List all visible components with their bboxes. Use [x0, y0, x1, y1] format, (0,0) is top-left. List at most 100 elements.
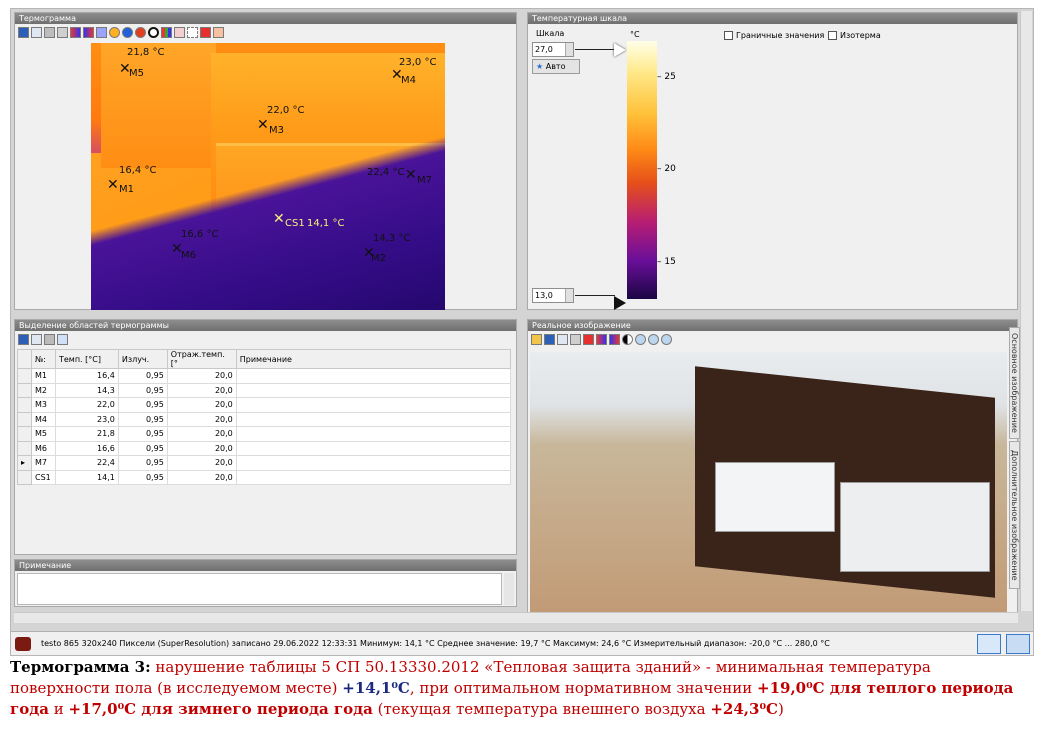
cell-emissivity[interactable]: 0,95: [117, 382, 168, 398]
scale-min-input[interactable]: 13,0: [532, 288, 574, 303]
cell-note[interactable]: [235, 469, 512, 485]
cell-temp[interactable]: 16,6: [54, 440, 119, 456]
table-row[interactable]: M6 16,6 0,95 20,0: [17, 440, 512, 456]
cell-note[interactable]: [235, 455, 512, 471]
cell-note[interactable]: [235, 382, 512, 398]
measure-point-icon[interactable]: [135, 27, 146, 38]
row-selector[interactable]: [17, 426, 32, 442]
scale-max-pointer-icon[interactable]: [614, 43, 626, 57]
table-row[interactable]: M4 23,0 0,95 20,0: [17, 411, 512, 427]
cell-id[interactable]: CS1: [30, 469, 56, 485]
zoom-out-icon[interactable]: [648, 334, 659, 345]
row-selector[interactable]: [17, 382, 32, 398]
column-header[interactable]: Примечание: [235, 349, 512, 369]
row-selector[interactable]: [17, 440, 32, 456]
real-photo[interactable]: [530, 352, 1007, 617]
cell-temp[interactable]: 22,0: [54, 397, 119, 413]
delete-icon[interactable]: [583, 334, 594, 345]
print-icon[interactable]: [570, 334, 581, 345]
cell-emissivity[interactable]: 0,95: [117, 426, 168, 442]
cell-reflected-temp[interactable]: 20,0: [166, 455, 237, 471]
current-row-arrow-icon[interactable]: ▸: [17, 455, 32, 471]
spin-arrows-icon[interactable]: [565, 43, 573, 56]
table-row[interactable]: M3 22,0 0,95 20,0: [17, 397, 512, 413]
cell-emissivity[interactable]: 0,95: [117, 368, 168, 384]
edit-icon[interactable]: [57, 334, 68, 345]
cell-reflected-temp[interactable]: 20,0: [166, 411, 237, 427]
row-selector[interactable]: [17, 397, 32, 413]
cell-id[interactable]: M5: [30, 426, 56, 442]
thermogram-image[interactable]: 21,8 °C ✕ M5 23,0 °C ✕ M4 22,0 °C ✕ M3 1…: [91, 43, 445, 310]
palette-icon[interactable]: [70, 27, 81, 38]
cell-note[interactable]: [235, 440, 512, 456]
table-row[interactable]: ▸ M7 22,4 0,95 20,0: [17, 455, 512, 471]
cell-reflected-temp[interactable]: 20,0: [166, 469, 237, 485]
column-header[interactable]: №:: [30, 349, 56, 369]
row-selector[interactable]: [17, 411, 32, 427]
histogram-icon[interactable]: [161, 27, 172, 38]
layers-icon[interactable]: [83, 27, 94, 38]
cell-note[interactable]: [235, 397, 512, 413]
cell-emissivity[interactable]: 0,95: [117, 455, 168, 471]
boundary-values-checkbox[interactable]: Граничные значения: [724, 31, 824, 40]
column-header[interactable]: Излуч.: [117, 349, 168, 369]
delete-icon[interactable]: [200, 27, 211, 38]
delete-icon[interactable]: [44, 334, 55, 345]
spin-arrows-icon[interactable]: [565, 289, 573, 302]
hotspot-icon[interactable]: [109, 27, 120, 38]
cell-emissivity[interactable]: 0,95: [117, 411, 168, 427]
main-scrollbar[interactable]: [1020, 11, 1032, 611]
scale-max-input[interactable]: 27,0: [532, 42, 574, 57]
cell-note[interactable]: [235, 411, 512, 427]
cell-id[interactable]: M4: [30, 411, 56, 427]
isotherm-checkbox[interactable]: Изотерма: [828, 31, 881, 40]
scale-min-pointer-icon[interactable]: [614, 296, 626, 310]
cell-id[interactable]: M3: [30, 397, 56, 413]
zoom-in-icon[interactable]: [635, 334, 646, 345]
cell-temp[interactable]: 22,4: [54, 455, 119, 471]
cell-temp[interactable]: 23,0: [54, 411, 119, 427]
layers-icon[interactable]: [609, 334, 620, 345]
cell-id[interactable]: M7: [30, 455, 56, 471]
thermometer-icon[interactable]: [96, 27, 107, 38]
window-view-icon[interactable]: [977, 634, 1001, 654]
export-icon[interactable]: [57, 27, 68, 38]
copy-icon[interactable]: [31, 334, 42, 345]
grid-icon[interactable]: [213, 27, 224, 38]
save-icon[interactable]: [18, 27, 29, 38]
zoom-fit-icon[interactable]: [661, 334, 672, 345]
note-scrollbar[interactable]: [504, 573, 514, 605]
no-entry-icon[interactable]: [148, 27, 159, 38]
cell-reflected-temp[interactable]: 20,0: [166, 382, 237, 398]
auto-button[interactable]: ★ Авто: [532, 59, 580, 74]
row-selector[interactable]: [17, 469, 32, 485]
contrast-icon[interactable]: [622, 334, 633, 345]
table-row[interactable]: M5 21,8 0,95 20,0: [17, 426, 512, 442]
cell-reflected-temp[interactable]: 20,0: [166, 397, 237, 413]
cell-temp[interactable]: 16,4: [54, 368, 119, 384]
column-header[interactable]: Отраж.темп. [°: [166, 349, 237, 369]
table-row[interactable]: M1 16,4 0,95 20,0: [17, 368, 512, 384]
tab-extra-image[interactable]: Дополнительное изображение: [1009, 441, 1020, 589]
cell-id[interactable]: M6: [30, 440, 56, 456]
table-row[interactable]: CS1 14,1 0,95 20,0: [17, 469, 512, 485]
cell-temp[interactable]: 21,8: [54, 426, 119, 442]
cell-id[interactable]: M2: [30, 382, 56, 398]
cell-emissivity[interactable]: 0,95: [117, 469, 168, 485]
bottom-scrollbar[interactable]: [14, 612, 1018, 623]
cell-emissivity[interactable]: 0,95: [117, 397, 168, 413]
table-row[interactable]: M2 14,3 0,95 20,0: [17, 382, 512, 398]
cell-temp[interactable]: 14,1: [54, 469, 119, 485]
cell-emissivity[interactable]: 0,95: [117, 440, 168, 456]
cell-reflected-temp[interactable]: 20,0: [166, 440, 237, 456]
cell-reflected-temp[interactable]: 20,0: [166, 426, 237, 442]
column-header[interactable]: Темп. [°C]: [54, 349, 119, 369]
cell-reflected-temp[interactable]: 20,0: [166, 368, 237, 384]
note-textarea[interactable]: [17, 573, 502, 605]
coldspot-icon[interactable]: [122, 27, 133, 38]
print-icon[interactable]: [44, 27, 55, 38]
cell-note[interactable]: [235, 368, 512, 384]
row-selector[interactable]: [17, 368, 32, 384]
cell-temp[interactable]: 14,3: [54, 382, 119, 398]
open-icon[interactable]: [531, 334, 542, 345]
